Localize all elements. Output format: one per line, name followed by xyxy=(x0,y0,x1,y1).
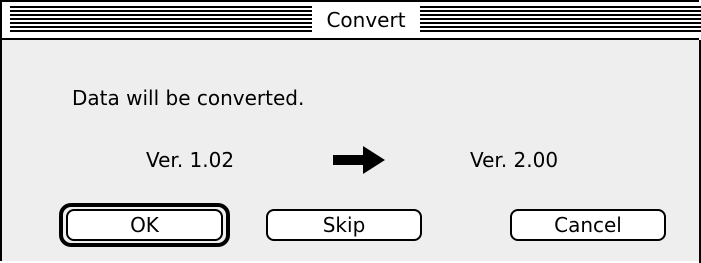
cancel-button[interactable]: Cancel xyxy=(510,209,666,241)
target-version-label: Ver. 2.00 xyxy=(470,148,559,172)
title-bar-stripes-right xyxy=(420,6,701,34)
right-arrow-icon xyxy=(333,146,385,174)
title-bar[interactable]: Convert xyxy=(2,2,701,40)
title-bar-stripes-left xyxy=(10,6,312,34)
ok-button[interactable]: OK xyxy=(66,209,223,241)
skip-button[interactable]: Skip xyxy=(266,209,422,241)
conversion-message: Data will be converted. xyxy=(72,86,305,110)
convert-dialog: Convert Data will be converted. Ver. 1.0… xyxy=(0,0,701,261)
source-version-label: Ver. 1.02 xyxy=(146,148,235,172)
window-title: Convert xyxy=(312,4,420,36)
